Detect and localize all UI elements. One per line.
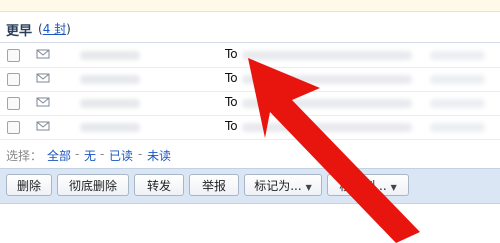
- sender-redacted: [80, 75, 140, 84]
- move-to-label: 移动到...: [339, 179, 387, 193]
- move-to-dropdown[interactable]: 移动到... ▼: [327, 174, 409, 196]
- subject-prefix[interactable]: To: [225, 71, 238, 85]
- row-checkbox[interactable]: [7, 73, 20, 86]
- select-read-link[interactable]: 已读: [109, 147, 133, 164]
- select-separator: -: [75, 147, 80, 161]
- envelope-icon: [36, 49, 50, 59]
- row-checkbox[interactable]: [7, 97, 20, 110]
- subject-redacted: [242, 123, 412, 132]
- chevron-down-icon: ▼: [305, 183, 312, 192]
- sender-redacted: [80, 51, 140, 60]
- select-all-link[interactable]: 全部: [47, 147, 71, 164]
- select-separator: -: [138, 147, 143, 161]
- delete-permanently-button[interactable]: 彻底删除: [57, 174, 129, 196]
- action-toolbar: 删除 彻底删除 转发 举报 标记为... ▼ 移动到... ▼: [0, 168, 500, 204]
- mail-row[interactable]: To: [0, 115, 500, 140]
- envelope-icon: [36, 73, 50, 83]
- mark-as-label: 标记为...: [254, 179, 302, 193]
- mail-row[interactable]: To: [0, 43, 500, 68]
- sender-redacted: [80, 123, 140, 132]
- select-label: 选择：: [6, 149, 43, 163]
- row-checkbox[interactable]: [7, 121, 20, 134]
- mail-row[interactable]: To: [0, 91, 500, 116]
- date-redacted: [430, 123, 485, 132]
- forward-button[interactable]: 转发: [134, 174, 184, 196]
- section-title: 更早: [6, 24, 33, 39]
- mail-count-link[interactable]: 4 封: [43, 22, 66, 36]
- select-separator: -: [100, 147, 105, 161]
- subject-prefix[interactable]: To: [225, 119, 238, 133]
- selection-bar: 选择： 全部 - 无 - 已读 - 未读: [0, 140, 500, 166]
- section-header: 更早 (4 封): [0, 12, 500, 43]
- sender-redacted: [80, 99, 140, 108]
- subject-prefix[interactable]: To: [225, 47, 238, 61]
- delete-button[interactable]: 删除: [6, 174, 52, 196]
- subject-redacted: [242, 51, 412, 60]
- date-redacted: [430, 99, 485, 108]
- top-notice-strip: [0, 0, 500, 12]
- subject-prefix[interactable]: To: [225, 95, 238, 109]
- subject-redacted: [242, 99, 412, 108]
- report-button[interactable]: 举报: [189, 174, 239, 196]
- mark-as-dropdown[interactable]: 标记为... ▼: [244, 174, 322, 196]
- envelope-icon: [36, 97, 50, 107]
- select-unread-link[interactable]: 未读: [147, 147, 171, 164]
- row-checkbox[interactable]: [7, 49, 20, 62]
- chevron-down-icon: ▼: [390, 183, 397, 192]
- date-redacted: [430, 51, 485, 60]
- date-redacted: [430, 75, 485, 84]
- envelope-icon: [36, 121, 50, 131]
- section-count: (4 封): [38, 22, 71, 36]
- mail-row[interactable]: To: [0, 67, 500, 92]
- select-none-link[interactable]: 无: [84, 147, 96, 164]
- subject-redacted: [242, 75, 412, 84]
